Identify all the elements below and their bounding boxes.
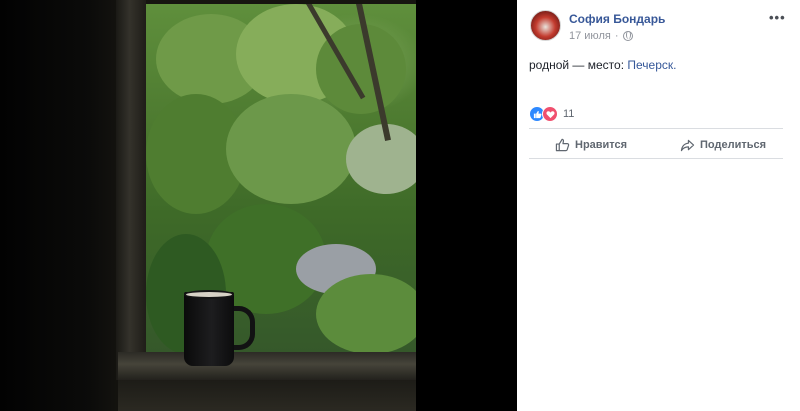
post-photo[interactable] xyxy=(0,0,416,411)
globe-icon[interactable] xyxy=(622,31,633,41)
photo-mug-rim xyxy=(184,290,234,299)
post-text: родной — место: Печерск. xyxy=(529,58,676,72)
reactions-summary[interactable]: 11 xyxy=(529,106,574,122)
share-button-label: Поделиться xyxy=(700,139,767,151)
share-arrow-icon xyxy=(680,139,695,151)
photo-wall-shadow xyxy=(0,0,120,411)
location-link[interactable]: Печерск. xyxy=(627,58,676,72)
divider xyxy=(529,128,783,129)
viewer-background xyxy=(416,0,517,411)
photo-viewer xyxy=(0,0,517,411)
more-options-button[interactable]: ••• xyxy=(769,10,786,25)
photo-mug xyxy=(184,292,234,366)
photo-window-sill xyxy=(118,352,416,382)
thumbs-up-icon xyxy=(533,110,542,118)
author-avatar[interactable] xyxy=(530,10,561,41)
photo-foliage xyxy=(226,94,356,204)
thumbs-up-outline-icon xyxy=(555,138,570,152)
heart-icon xyxy=(545,110,555,118)
post-date[interactable]: 17 июля xyxy=(569,30,611,42)
like-button-label: Нравится xyxy=(575,139,628,151)
reaction-count: 11 xyxy=(563,108,575,120)
author-name[interactable]: София Бондарь xyxy=(569,12,665,26)
photo-foliage xyxy=(346,124,416,194)
share-button[interactable]: Поделиться xyxy=(680,136,766,154)
meta-separator: · xyxy=(614,30,619,42)
photo-sill-front xyxy=(118,380,416,411)
post-meta: 17 июля · xyxy=(569,30,633,42)
photo-foliage xyxy=(316,274,416,354)
post-text-prefix: родной — место: xyxy=(529,58,628,72)
like-button[interactable]: Нравится xyxy=(555,136,627,154)
love-reaction-icon xyxy=(542,106,558,122)
divider xyxy=(529,158,783,159)
photo-window-frame-top xyxy=(120,0,416,4)
photo-window-frame xyxy=(116,0,146,380)
